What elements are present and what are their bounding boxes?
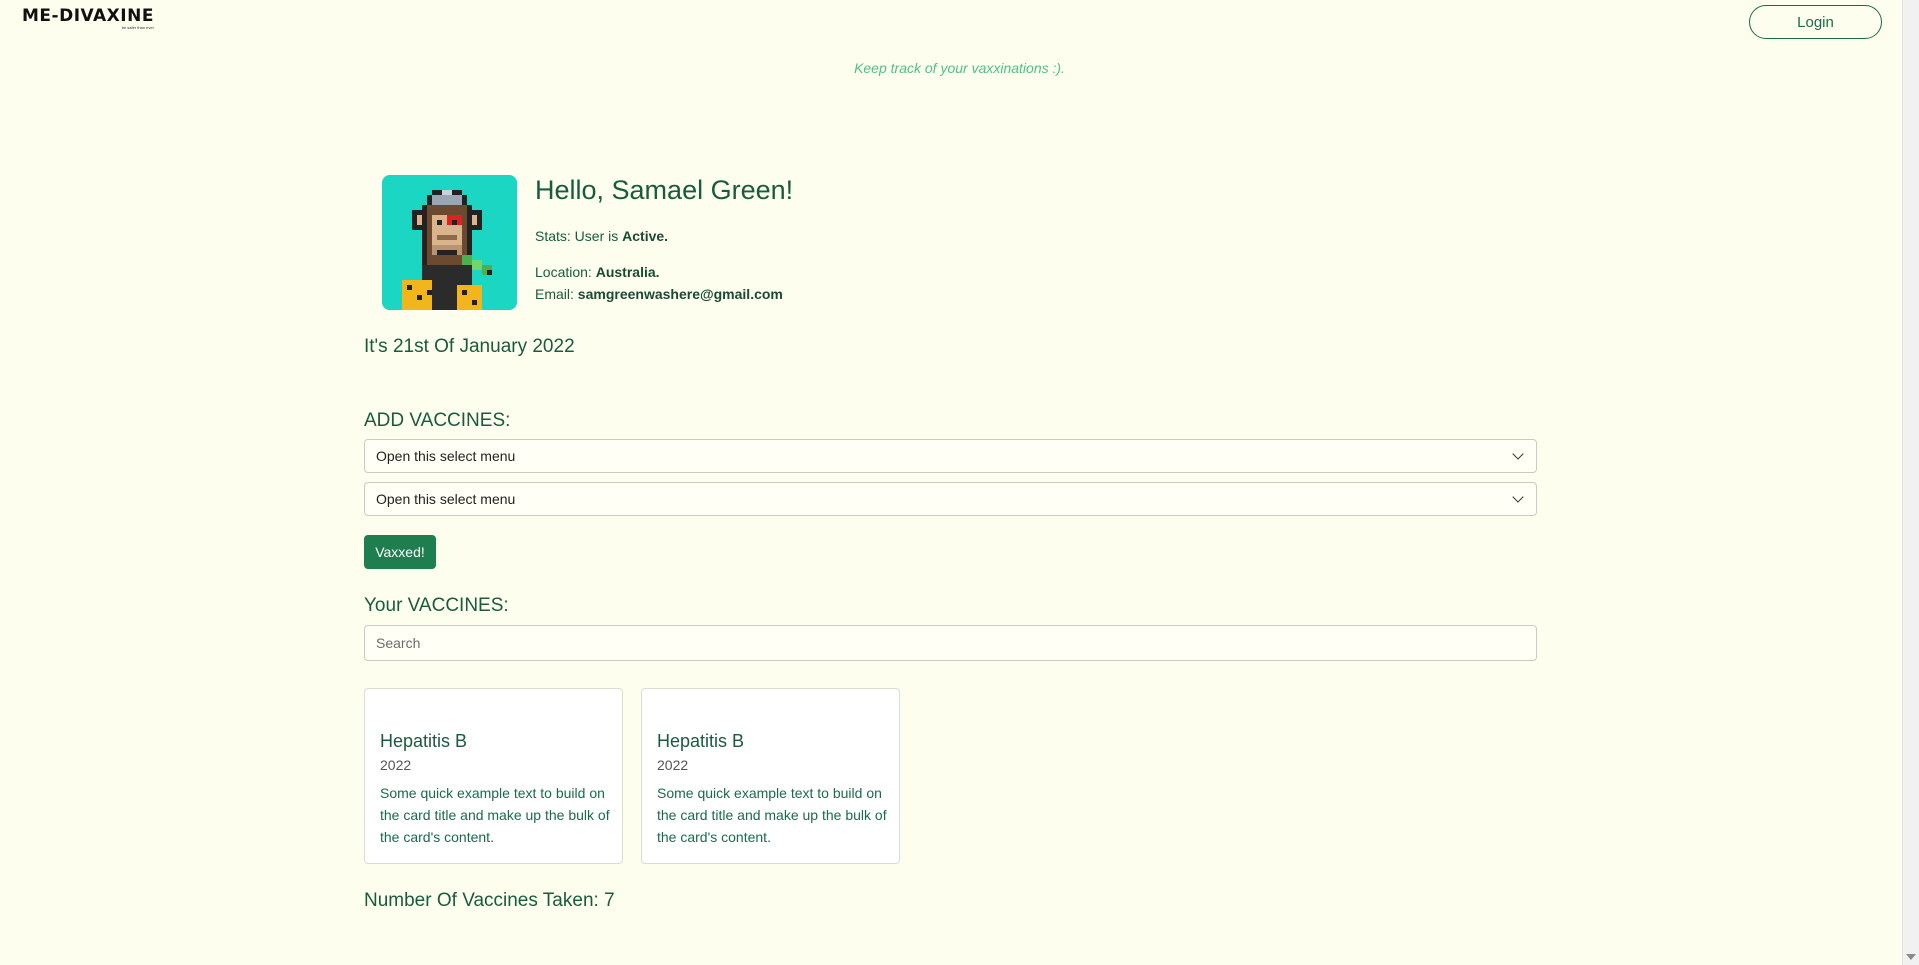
vaxxed-button[interactable]: Vaxxed! bbox=[364, 535, 436, 569]
vaccine-select-2[interactable]: Open this select menu bbox=[364, 482, 1537, 516]
location-value: Australia. bbox=[595, 264, 660, 280]
card-subtitle: 2022 bbox=[657, 757, 689, 773]
vaccine-search-input[interactable] bbox=[364, 625, 1537, 661]
page-subtitle: Keep track of your vaxxinations :). bbox=[854, 60, 1065, 76]
user-location: Location: Australia. bbox=[535, 264, 660, 280]
email-value: samgreenwashere@gmail.com bbox=[577, 286, 783, 302]
vaccine-card[interactable]: Hepatitis B 2022 Some quick example text… bbox=[364, 688, 623, 864]
status-label: Stats: User is bbox=[535, 228, 623, 244]
login-button[interactable]: Login bbox=[1749, 5, 1882, 39]
brand-name: ME-DIVAXINE bbox=[22, 6, 154, 26]
pixel-ape-avatar-icon bbox=[382, 175, 517, 310]
greeting-heading: Hello, Samael Green! bbox=[535, 175, 794, 205]
location-label: Location: bbox=[535, 264, 596, 280]
email-label: Email: bbox=[535, 286, 578, 302]
card-subtitle: 2022 bbox=[380, 757, 412, 773]
vaccine-count: Number Of Vaccines Taken: 7 bbox=[364, 890, 615, 911]
chevron-down-icon bbox=[1512, 491, 1524, 503]
vaccine-select-1-value: Open this select menu bbox=[376, 448, 516, 464]
card-title: Hepatitis B bbox=[657, 731, 745, 751]
vaccine-select-1[interactable]: Open this select menu bbox=[364, 439, 1537, 473]
status-value: Active. bbox=[622, 228, 669, 244]
card-title: Hepatitis B bbox=[380, 731, 468, 751]
current-date: It's 21st Of January 2022 bbox=[364, 336, 575, 357]
user-email: Email: samgreenwashere@gmail.com bbox=[535, 286, 783, 302]
user-status: Stats: User is Active. bbox=[535, 228, 668, 244]
card-text: Some quick example text to build on the … bbox=[380, 785, 610, 845]
add-vaccines-heading: ADD VACCINES: bbox=[364, 410, 511, 431]
avatar bbox=[382, 175, 517, 310]
brand-logo[interactable]: ME-DIVAXINE be safer than ever bbox=[22, 8, 154, 30]
vaccine-select-2-value: Open this select menu bbox=[376, 491, 516, 507]
page-scrollbar[interactable] bbox=[1902, 0, 1919, 965]
card-text: Some quick example text to build on the … bbox=[657, 785, 887, 845]
vaccine-card[interactable]: Hepatitis B 2022 Some quick example text… bbox=[641, 688, 900, 864]
scroll-down-arrow-icon[interactable] bbox=[1906, 954, 1916, 960]
brand-tagline: be safer than ever bbox=[121, 25, 154, 30]
page: ME-DIVAXINE be safer than ever Login Kee… bbox=[0, 0, 1919, 965]
chevron-down-icon bbox=[1512, 448, 1524, 460]
your-vaccines-heading: Your VACCINES: bbox=[364, 595, 509, 616]
